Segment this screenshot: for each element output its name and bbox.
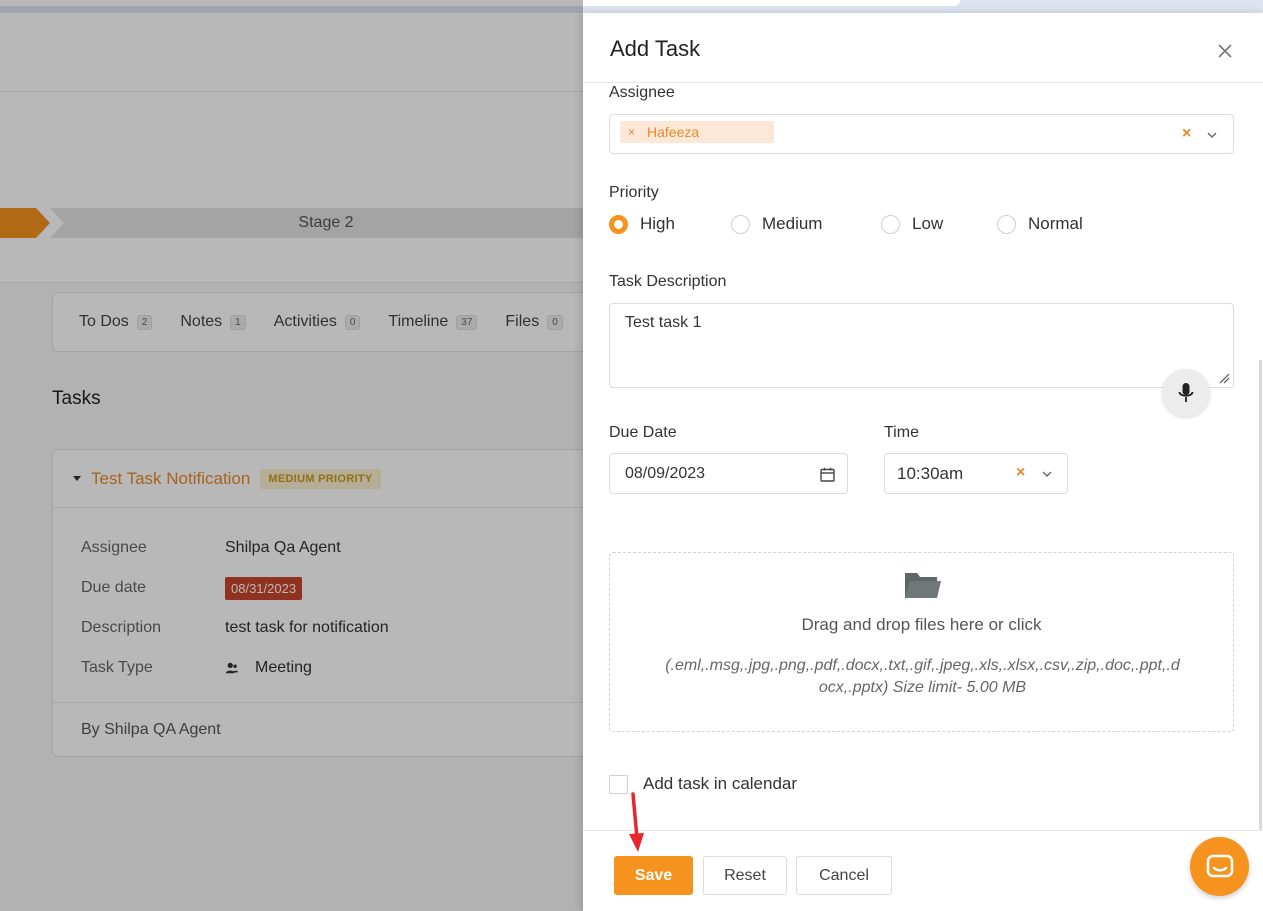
drawer-scrollbar[interactable] xyxy=(1259,360,1262,830)
voice-input-button[interactable] xyxy=(1162,369,1210,417)
chat-icon xyxy=(1206,854,1233,877)
file-dropzone[interactable]: Drag and drop files here or click (.eml,… xyxy=(609,552,1234,732)
drawer-title: Add Task xyxy=(610,36,701,61)
task-description-textarea[interactable]: Test task 1 xyxy=(609,303,1234,388)
microphone-icon xyxy=(1178,383,1194,402)
chevron-down-icon[interactable] xyxy=(1042,469,1052,479)
save-button[interactable]: Save xyxy=(614,856,693,895)
folder-icon xyxy=(905,573,941,598)
remove-chip-icon[interactable]: × xyxy=(628,125,635,139)
priority-radio-low[interactable]: Low xyxy=(881,214,997,234)
assignee-select[interactable]: × Hafeeza × xyxy=(609,114,1234,154)
radio-label: Medium xyxy=(762,214,823,233)
radio-circle[interactable] xyxy=(609,214,628,234)
chat-launcher-button[interactable] xyxy=(1190,837,1249,896)
task-description-label: Task Description xyxy=(609,273,727,290)
calendar-icon[interactable] xyxy=(820,467,835,482)
cancel-button[interactable]: Cancel xyxy=(796,856,892,895)
add-to-calendar-checkbox[interactable] xyxy=(609,774,628,794)
radio-circle[interactable] xyxy=(731,214,750,234)
add-to-calendar-label[interactable]: Add task in calendar xyxy=(643,774,797,794)
radio-label: Low xyxy=(912,214,944,233)
add-to-calendar-row[interactable]: Add task in calendar xyxy=(609,774,797,794)
time-label: Time xyxy=(884,424,919,441)
time-select[interactable]: 10:30am × xyxy=(884,453,1068,494)
clear-icon[interactable]: × xyxy=(1182,125,1191,143)
drawer-header: Add Task xyxy=(583,13,1263,83)
assignee-chip-label: Hafeeza xyxy=(647,124,700,140)
radio-label: Normal xyxy=(1028,214,1083,233)
close-icon[interactable] xyxy=(1217,43,1233,59)
resize-grip-icon[interactable] xyxy=(1218,372,1230,384)
radio-circle[interactable] xyxy=(997,214,1016,234)
priority-radio-high[interactable]: High xyxy=(609,214,731,234)
due-date-input[interactable]: 08/09/2023 xyxy=(609,453,848,494)
priority-radio-normal[interactable]: Normal xyxy=(997,214,1083,234)
time-value: 10:30am xyxy=(897,463,964,483)
radio-label: High xyxy=(640,214,675,233)
priority-radio-medium[interactable]: Medium xyxy=(731,214,881,234)
radio-circle[interactable] xyxy=(881,214,900,234)
priority-label: Priority xyxy=(609,184,659,201)
reset-button[interactable]: Reset xyxy=(703,856,787,895)
chevron-down-icon[interactable] xyxy=(1207,130,1217,140)
assignee-chip: × Hafeeza xyxy=(620,121,774,143)
dropzone-text: Drag and drop files here or click xyxy=(801,615,1042,634)
annotation-arrow-icon xyxy=(629,792,644,852)
due-date-value: 08/09/2023 xyxy=(625,464,706,482)
modal-overlay[interactable] xyxy=(0,0,583,911)
assignee-label: Assignee xyxy=(609,84,675,101)
dropzone-file-types: (.eml,.msg,.jpg,.png,.pdf,.docx,.txt,.gi… xyxy=(665,657,1180,696)
add-task-drawer: Add Task Assignee × Hafeeza × Priority H… xyxy=(583,13,1263,911)
drawer-footer: Save Reset Cancel xyxy=(583,830,1263,911)
priority-radio-group: High Medium Low Normal xyxy=(609,213,1083,235)
clear-icon[interactable]: × xyxy=(1016,464,1025,482)
due-date-label: Due Date xyxy=(609,424,677,441)
